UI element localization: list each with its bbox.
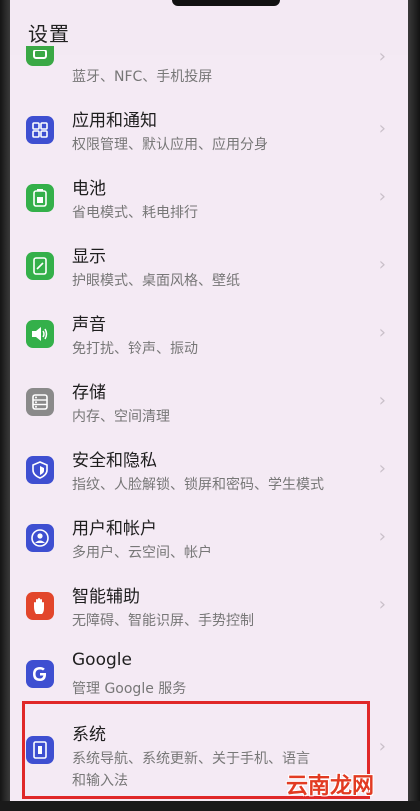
phone-screen: 设置 蓝牙、NFC、手机投屏 › 应用和通知 权限管理、默认应用、应用分身 › … <box>0 0 420 811</box>
chevron-right-icon: › <box>378 594 386 615</box>
storage-icon <box>26 388 54 416</box>
settings-item-sub: 权限管理、默认应用、应用分身 <box>72 137 268 153</box>
settings-item-title: 显示 <box>72 247 106 267</box>
settings-list: 蓝牙、NFC、手机投屏 › 应用和通知 权限管理、默认应用、应用分身 › 电池 … <box>10 44 408 804</box>
chevron-right-icon: › <box>378 254 386 275</box>
settings-item-security[interactable]: 安全和隐私 指纹、人脸解锁、锁屏和密码、学生模式 › <box>10 440 408 502</box>
settings-item-users-accounts[interactable]: 用户和帐户 多用户、云空间、帐户 › <box>10 508 408 570</box>
settings-item-battery[interactable]: 电池 省电模式、耗电排行 › <box>10 168 408 230</box>
settings-item-title: 电池 <box>72 179 106 199</box>
chevron-right-icon: › <box>378 118 386 139</box>
settings-item-sub: 管理 Google 服务 <box>72 681 187 697</box>
settings-item-title: 智能辅助 <box>72 587 140 607</box>
chevron-right-icon: › <box>378 46 386 67</box>
phone-bezel-right <box>408 0 420 811</box>
chevron-right-icon: › <box>378 736 386 757</box>
phone-bezel-left <box>0 0 10 811</box>
settings-item-smart-assist[interactable]: 智能辅助 无障碍、智能识屏、手势控制 › <box>10 576 408 638</box>
settings-item-sub: 免打扰、铃声、振动 <box>72 341 198 357</box>
settings-item-sub: 多用户、云空间、帐户 <box>72 545 212 561</box>
settings-item-title: Google <box>72 650 132 670</box>
phone-notch <box>172 0 280 6</box>
battery-icon <box>26 184 54 212</box>
google-icon <box>26 660 54 688</box>
chevron-right-icon: › <box>378 390 386 411</box>
shield-icon <box>26 456 54 484</box>
hand-icon <box>26 592 54 620</box>
page-title: 设置 <box>28 22 70 46</box>
phone-bezel-bottom <box>0 801 420 811</box>
chevron-right-icon: › <box>378 458 386 479</box>
apps-grid-icon <box>26 116 54 144</box>
settings-item-sub: 无障碍、智能识屏、手势控制 <box>72 613 254 629</box>
settings-item-title: 存储 <box>72 383 106 403</box>
settings-item-sound[interactable]: 声音 免打扰、铃声、振动 › <box>10 304 408 366</box>
settings-item-display[interactable]: 显示 护眼模式、桌面风格、壁纸 › <box>10 236 408 298</box>
display-icon <box>26 252 54 280</box>
settings-item-title: 安全和隐私 <box>72 451 157 471</box>
settings-item-sub: 护眼模式、桌面风格、壁纸 <box>72 273 240 289</box>
user-icon <box>26 524 54 552</box>
settings-item-title: 用户和帐户 <box>72 519 157 539</box>
settings-item-sub: 省电模式、耗电排行 <box>72 205 198 221</box>
settings-item-title: 声音 <box>72 315 106 335</box>
chevron-right-icon: › <box>378 322 386 343</box>
settings-item-title: 应用和通知 <box>72 111 157 131</box>
settings-item-google[interactable]: Google 管理 Google 服务 <box>10 644 408 706</box>
settings-item-apps[interactable]: 应用和通知 权限管理、默认应用、应用分身 › <box>10 100 408 162</box>
settings-item-device-connection[interactable]: 蓝牙、NFC、手机投屏 › <box>10 44 408 92</box>
chevron-right-icon: › <box>378 526 386 547</box>
device-connection-icon <box>26 46 54 66</box>
speaker-icon <box>26 320 54 348</box>
watermark: 云南龙网 <box>286 774 375 799</box>
chevron-right-icon: › <box>378 186 386 207</box>
settings-item-storage[interactable]: 存储 内存、空间清理 › <box>10 372 408 434</box>
settings-item-sub: 内存、空间清理 <box>72 409 170 425</box>
settings-item-sub: 蓝牙、NFC、手机投屏 <box>72 69 213 85</box>
settings-item-sub: 指纹、人脸解锁、锁屏和密码、学生模式 <box>72 477 324 493</box>
